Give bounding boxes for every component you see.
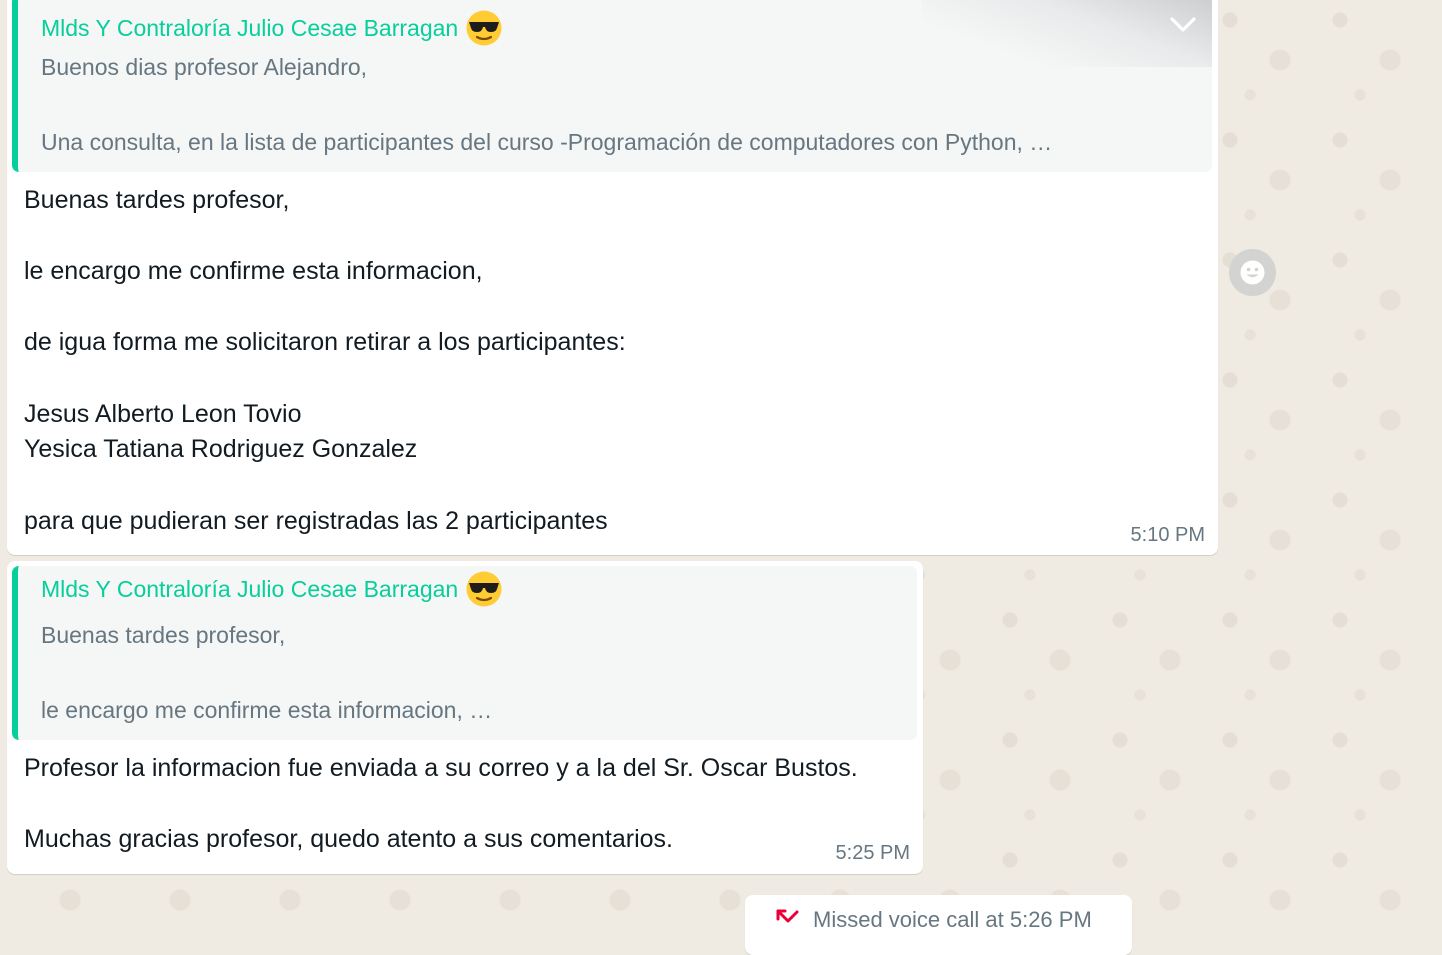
quoted-author: Mlds Y Contraloría Julio Cesae Barragan xyxy=(41,9,503,47)
quoted-text-line: Una consulta, en la lista de participant… xyxy=(41,129,1053,155)
missed-call-notice[interactable]: Missed voice call at 5:26 PM xyxy=(745,895,1132,955)
missed-call-icon xyxy=(775,907,801,931)
message-text-line: de igua forma me solicitaron retirar a l… xyxy=(24,328,626,356)
message-text-line: Muchas gracias profesor, quedo atento a … xyxy=(24,825,673,853)
message-text-line: Buenas tardes profesor, xyxy=(24,186,290,214)
message-bubble[interactable]: Mlds Y Contraloría Julio Cesae Barragan … xyxy=(7,0,1218,555)
quoted-author-name: Mlds Y Contraloría Julio Cesae Barragan xyxy=(41,14,459,41)
emoji-reaction-icon xyxy=(1240,260,1265,285)
message-text-line: para que pudieran ser registradas las 2 … xyxy=(24,507,608,535)
missed-call-text: Missed voice call at 5:26 PM xyxy=(813,907,1092,932)
message-bubble[interactable]: Mlds Y Contraloría Julio Cesae Barragan … xyxy=(7,561,923,874)
message-text-line: Profesor la informacion fue enviada a su… xyxy=(24,754,858,782)
quoted-message[interactable]: Mlds Y Contraloría Julio Cesae Barragan … xyxy=(12,0,1212,172)
message-text-line: le encargo me confirme esta informacion, xyxy=(24,257,483,285)
message-timestamp: 5:10 PM xyxy=(1130,524,1205,546)
quoted-text-line: Buenas tardes profesor, xyxy=(41,622,286,648)
quoted-message[interactable]: Mlds Y Contraloría Julio Cesae Barragan … xyxy=(12,566,917,740)
quoted-text-line: Buenos dias profesor Alejandro, xyxy=(41,54,368,80)
message-text-line: Yesica Tatiana Rodriguez Gonzalez xyxy=(24,435,418,463)
chevron-down-icon[interactable] xyxy=(1168,12,1198,38)
quoted-author: Mlds Y Contraloría Julio Cesae Barragan xyxy=(41,570,503,608)
sunglasses-emoji-icon xyxy=(465,9,503,47)
quoted-author-name: Mlds Y Contraloría Julio Cesae Barragan xyxy=(41,575,459,602)
emoji-reaction-button[interactable] xyxy=(1229,249,1276,296)
message-text-line: Jesus Alberto Leon Tovio xyxy=(24,400,302,428)
quoted-text-line: le encargo me confirme esta informacion,… xyxy=(41,697,493,723)
sunglasses-emoji-icon xyxy=(465,570,503,608)
message-timestamp: 5:25 PM xyxy=(835,842,910,864)
